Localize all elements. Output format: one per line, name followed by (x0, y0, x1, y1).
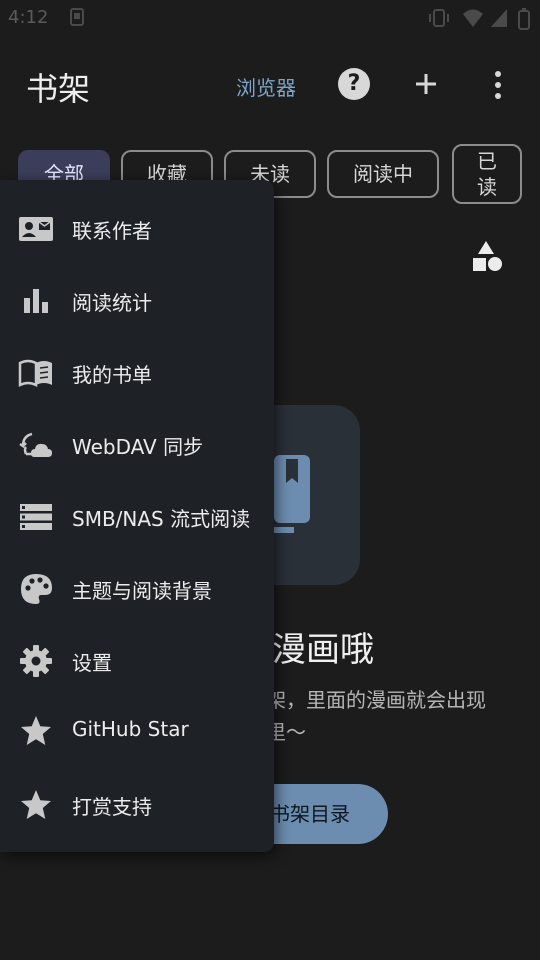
shapes-icon[interactable] (468, 238, 504, 274)
wifi-icon (463, 9, 483, 27)
menu-item-label: 打赏支持 (72, 795, 152, 819)
menu-item-github-star[interactable]: GitHub Star (0, 695, 274, 767)
empty-desc-line1: 架，里面的漫画就会出现 (266, 688, 486, 712)
open-book-icon (18, 359, 52, 388)
star-icon (21, 790, 51, 819)
app-bar: 书架 浏览器 ? (0, 50, 540, 120)
menu-item-contact-author[interactable]: 联系作者 (0, 193, 274, 265)
help-icon[interactable]: ? (338, 68, 370, 100)
bar-chart-icon (24, 289, 48, 313)
overflow-menu: 联系作者 阅读统计 我的书单 WebDAV 同步 SMB/NAS 流式阅读 主题… (0, 180, 274, 852)
menu-item-label: GitHub Star (72, 717, 189, 741)
cloud-sync-icon (19, 432, 52, 457)
star-icon (21, 716, 51, 745)
menu-item-label: 阅读统计 (72, 291, 152, 315)
empty-state-description: 架，里面的漫画就会出现 里～ (266, 684, 526, 748)
menu-item-smb-nas[interactable]: SMB/NAS 流式阅读 (0, 481, 274, 553)
chip-reading[interactable]: 阅读中 (327, 150, 439, 198)
more-options-icon[interactable] (488, 68, 508, 102)
status-bar: 4:12 (0, 0, 540, 36)
menu-item-webdav-sync[interactable]: WebDAV 同步 (0, 409, 274, 481)
gear-icon (20, 645, 52, 677)
menu-item-label: 联系作者 (72, 219, 152, 243)
menu-item-settings[interactable]: 设置 (0, 625, 274, 697)
menu-item-reading-stats[interactable]: 阅读统计 (0, 265, 274, 337)
battery-icon (518, 8, 530, 30)
menu-item-my-booklist[interactable]: 我的书单 (0, 337, 274, 409)
signal-icon (491, 9, 507, 27)
browser-link[interactable]: 浏览器 (236, 72, 296, 101)
empty-desc-line2: 里～ (266, 720, 306, 744)
contact-card-icon (19, 217, 53, 241)
menu-item-donate[interactable]: 打赏支持 (0, 769, 274, 841)
add-icon[interactable] (412, 66, 440, 102)
menu-item-label: 设置 (72, 651, 112, 675)
menu-item-label: WebDAV 同步 (72, 435, 204, 459)
menu-item-label: 我的书单 (72, 363, 152, 387)
chip-read[interactable]: 已 读 (452, 144, 522, 204)
menu-item-theme-background[interactable]: 主题与阅读背景 (0, 553, 274, 625)
empty-state-title: 漫画哦 (272, 630, 374, 670)
vibrate-icon (429, 9, 449, 27)
notification-icon (70, 8, 84, 26)
page-title: 书架 (26, 70, 91, 108)
storage-icon (20, 504, 52, 530)
status-time: 4:12 (8, 7, 49, 28)
menu-item-label: 主题与阅读背景 (72, 579, 212, 603)
menu-item-label: SMB/NAS 流式阅读 (72, 507, 251, 531)
palette-icon (21, 574, 52, 604)
